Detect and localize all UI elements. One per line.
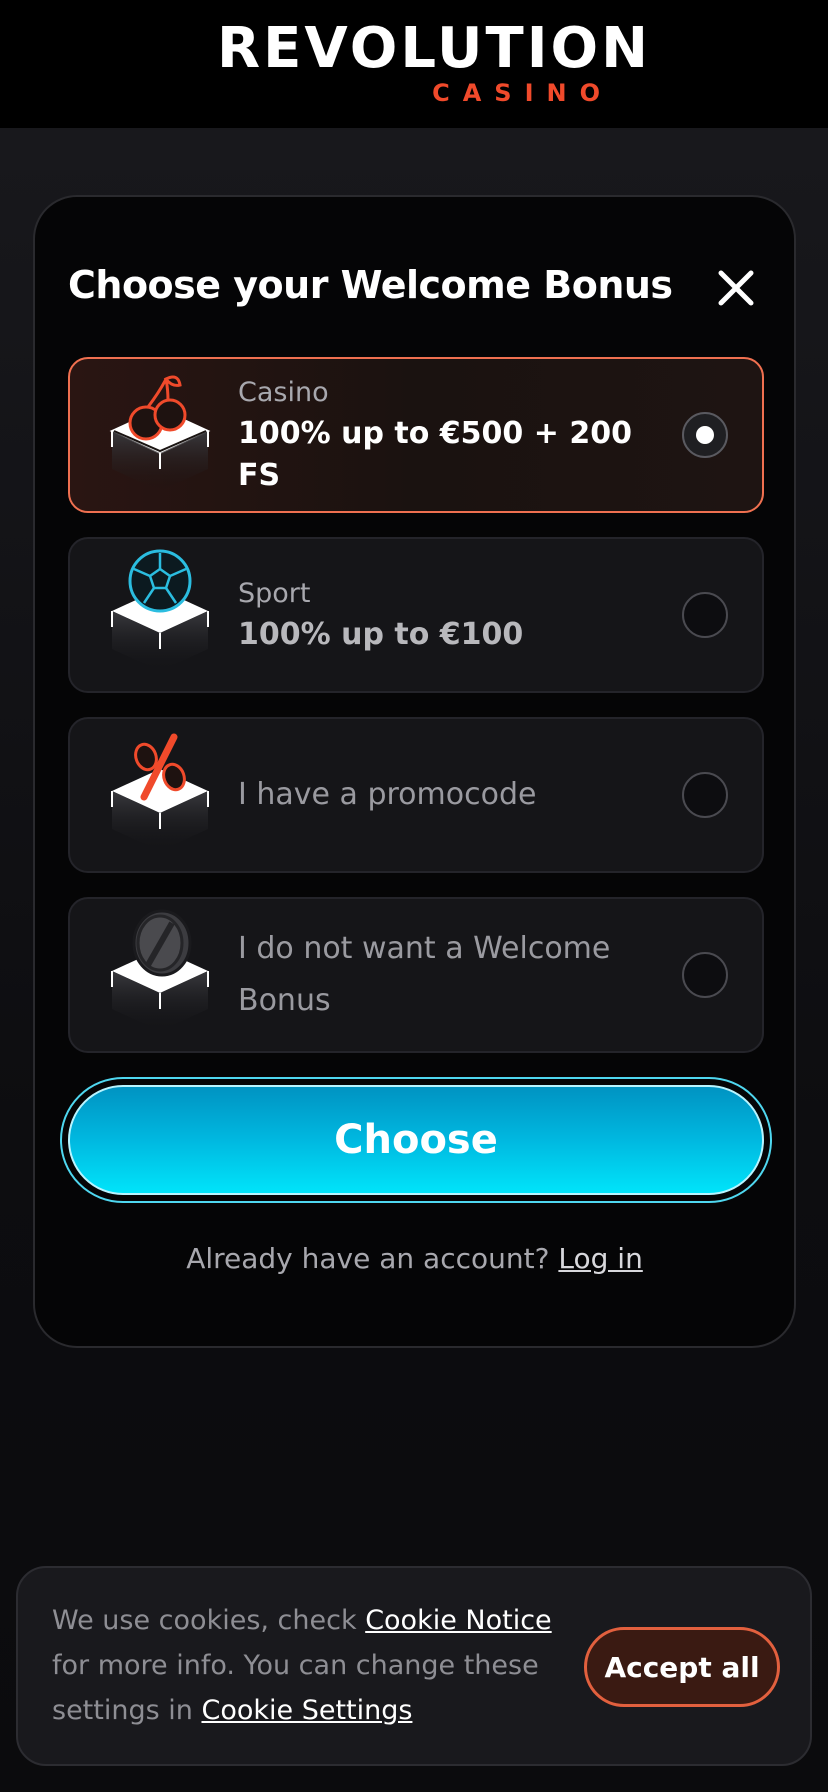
radio-casino[interactable] [682,412,728,458]
option-label: I have a promocode [238,777,537,812]
option-text: Sport 100% up to €100 [238,539,658,691]
login-prompt: Already have an account? Log in [35,1242,794,1275]
close-icon [718,270,754,306]
modal-title: Choose your Welcome Bonus [68,263,673,307]
choose-button[interactable]: Choose [68,1085,764,1195]
cookie-settings-link[interactable]: Cookie Settings [201,1695,412,1726]
option-label: Sport [238,578,311,609]
accept-all-button[interactable]: Accept all [584,1627,780,1707]
cookie-banner: We use cookies, check Cookie Notice for … [16,1566,812,1766]
option-text: I do not want a Welcome Bonus [238,899,658,1051]
radio-promocode[interactable] [682,772,728,818]
logo-wordmark: REVOLUTION [217,16,652,81]
option-text: I have a promocode [238,719,658,871]
login-link[interactable]: Log in [558,1242,642,1275]
welcome-bonus-modal: Choose your Welcome Bonus Casino 100% up… [33,195,796,1348]
radio-no-bonus[interactable] [682,952,728,998]
cherries-icon [108,369,212,505]
no-coin-icon [108,909,212,1045]
bonus-option-none[interactable]: I do not want a Welcome Bonus [68,897,764,1053]
site-header: REVOLUTION CASINO [0,0,828,128]
option-text: Casino 100% up to €500 + 200 FS [238,359,658,511]
cookie-notice-link[interactable]: Cookie Notice [365,1605,551,1636]
option-label: I do not want a Welcome Bonus [238,931,611,1018]
radio-sport[interactable] [682,592,728,638]
bonus-option-promocode[interactable]: I have a promocode [68,717,764,873]
soccer-ball-icon [108,549,212,685]
option-value: 100% up to €500 + 200 FS [238,416,632,493]
choose-button-outline: Choose [60,1077,772,1203]
cookie-text-part1: We use cookies, check [52,1605,357,1636]
cookie-text: We use cookies, check Cookie Notice for … [52,1598,552,1733]
bonus-option-casino[interactable]: Casino 100% up to €500 + 200 FS [68,357,764,513]
revolution-casino-logo[interactable]: REVOLUTION CASINO [217,16,652,108]
bonus-option-sport[interactable]: Sport 100% up to €100 [68,537,764,693]
option-label: Casino [238,377,329,408]
login-prompt-text: Already have an account? [186,1242,550,1275]
logo-subtitle: CASINO [432,79,613,107]
percent-icon [108,729,212,865]
option-value: 100% up to €100 [238,617,524,652]
close-button[interactable] [717,269,755,307]
